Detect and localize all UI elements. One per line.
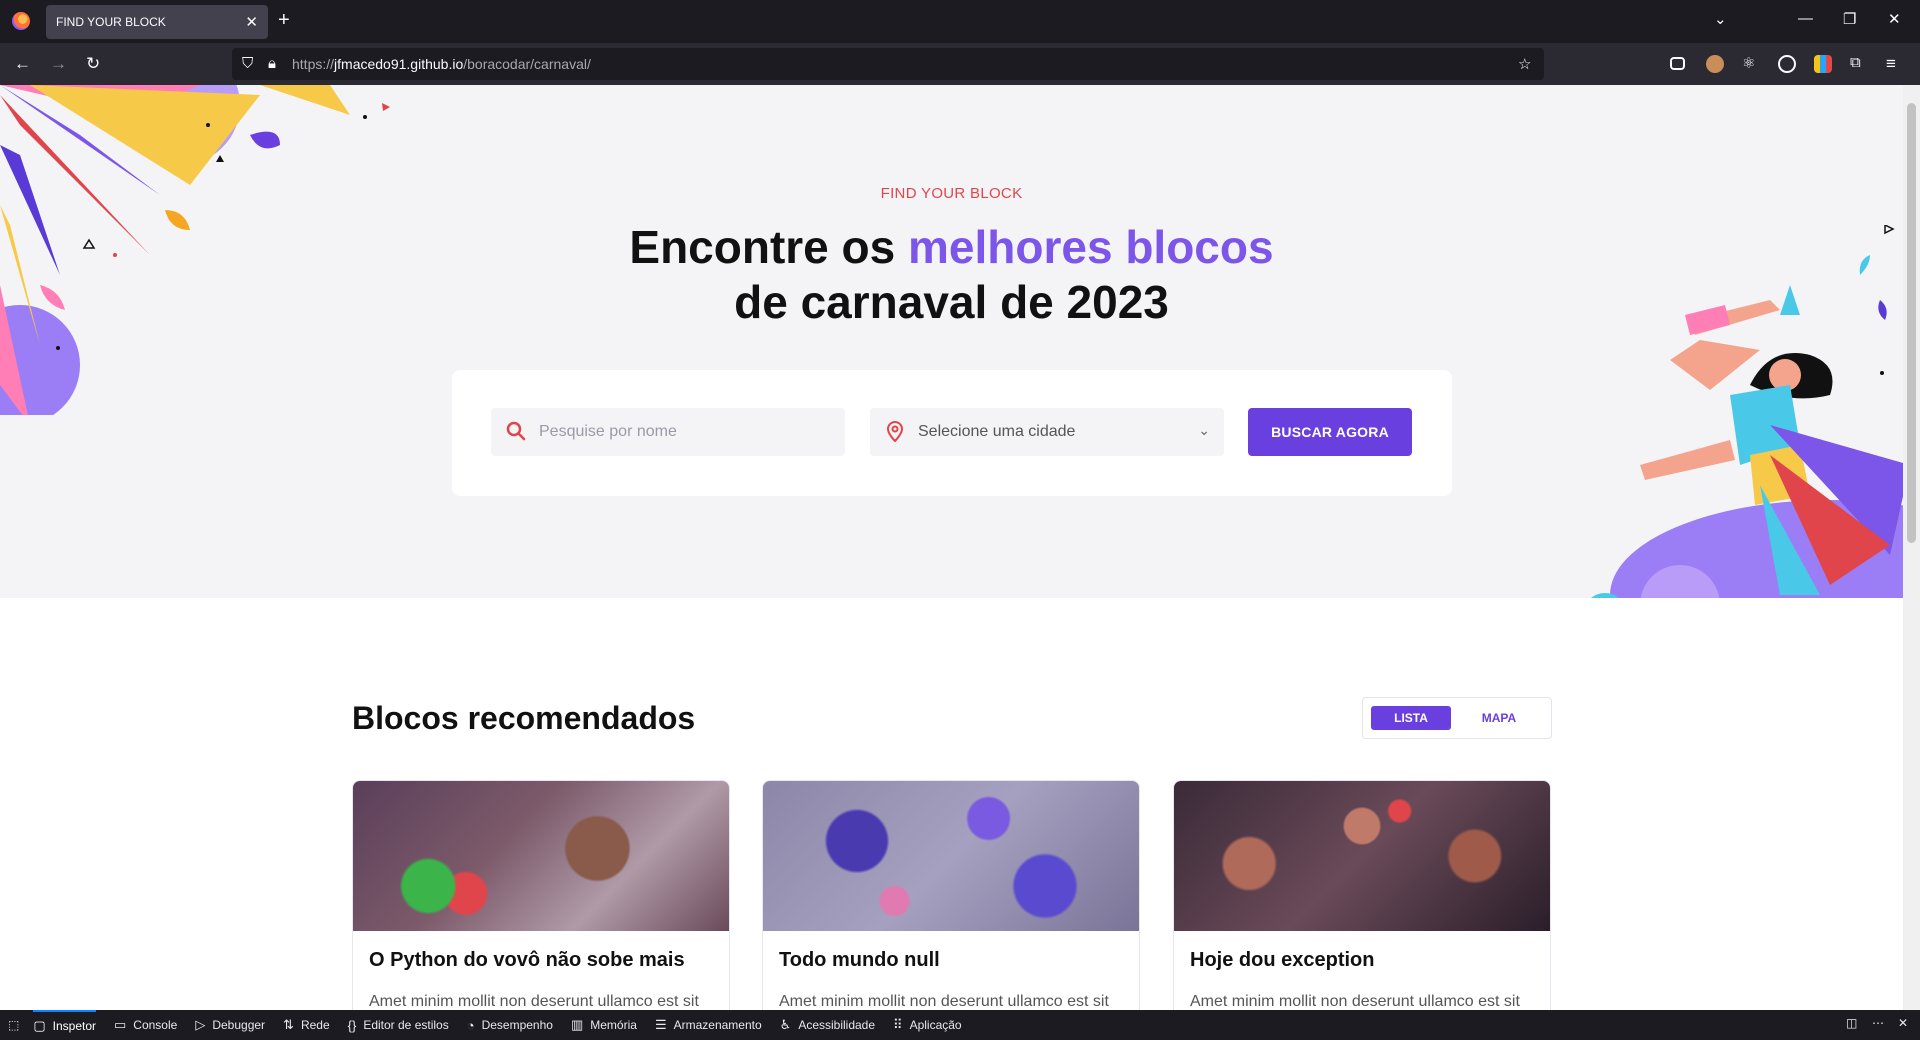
devtools-tab-label: Inspetor — [52, 1019, 96, 1033]
new-tab-icon[interactable]: + — [278, 9, 290, 32]
devtools-close-icon[interactable]: ✕ — [1898, 1016, 1908, 1030]
card-image — [1174, 781, 1550, 931]
hero-title-accent: melhores blocos — [908, 221, 1274, 273]
dock-side-icon[interactable]: ◫ — [1846, 1016, 1857, 1030]
devtools-tab-label: Desempenho — [481, 1018, 553, 1032]
devtools-tab-label: Armazenamento — [673, 1018, 762, 1032]
forward-icon[interactable]: → — [50, 54, 67, 74]
close-window-icon[interactable]: ✕ — [1888, 10, 1901, 28]
card-description: Amet minim mollit non deserunt ullamco e… — [1190, 993, 1520, 1010]
hero-title-part1: Encontre os — [629, 221, 909, 273]
url-prefix: https:// — [292, 56, 335, 72]
devtools-tab-label: Aplicação — [909, 1018, 962, 1032]
devtools-toolbar: ⬚ ▢ Inspetor ▭ Console ▷ Debugger ⇅ Rede {} E… — [0, 1010, 1920, 1040]
url-text[interactable]: https://jfmacedo91.github.io/boracodar/c… — [292, 56, 591, 72]
devtools-tab-storage[interactable]: ☰ Armazenamento — [655, 1010, 762, 1040]
url-path: /boracodar/carnaval/ — [463, 56, 591, 72]
search-button[interactable]: BUSCAR AGORA — [1248, 408, 1412, 456]
tab-title: FIND YOUR BLOCK — [56, 15, 166, 29]
devtools-tab-label: Rede — [300, 1018, 330, 1032]
shield-icon[interactable]: ⛉ — [242, 55, 253, 72]
firefox-logo-icon — [12, 12, 30, 30]
search-icon — [506, 421, 526, 441]
accessibility-icon: ♿︎ — [779, 1017, 792, 1032]
card-description: Amet minim mollit non deserunt ullamco e… — [779, 993, 1109, 1010]
devtools-tab-application[interactable]: ⠿ Aplicação — [893, 1010, 962, 1040]
memory-icon: ▥ — [570, 1017, 584, 1032]
react-devtools-icon[interactable]: ⚛ — [1742, 54, 1755, 72]
devtools-tab-console[interactable]: ▭ Console — [114, 1010, 177, 1040]
minimize-icon[interactable]: — — [1798, 10, 1813, 27]
map-pin-icon — [886, 420, 904, 443]
city-select-placeholder: Selecione uma cidade — [918, 423, 1076, 440]
devtools-tab-performance[interactable]: ◔ Desempenho — [467, 1010, 553, 1040]
page-scrollbar[interactable] — [1903, 85, 1920, 1010]
devtools-tab-label: Console — [133, 1018, 178, 1032]
network-icon: ⇅ — [283, 1017, 294, 1032]
scrollbar-thumb[interactable] — [1907, 103, 1916, 543]
devtools-tab-label: Editor de estilos — [363, 1018, 449, 1032]
browser-tab[interactable]: FIND YOUR BLOCK ✕ — [46, 5, 268, 39]
tab-close-icon[interactable]: ✕ — [245, 13, 258, 31]
hero-title-line2: de carnaval de 2023 — [734, 276, 1169, 328]
devtools-tab-inspector[interactable]: ▢ Inspetor — [33, 1010, 96, 1040]
devtools-tab-label: Acessibilidade — [798, 1018, 876, 1032]
devtools-tab-accessibility[interactable]: ♿︎ Acessibilidade — [780, 1010, 875, 1040]
bookmark-star-icon[interactable]: ☆ — [1518, 55, 1531, 73]
bloco-card[interactable]: Hoje dou exception Amet minim mollit non… — [1173, 780, 1551, 1010]
city-select[interactable]: Selecione uma cidade ⌄ — [870, 408, 1224, 456]
toggle-list-button[interactable]: LISTA — [1371, 706, 1451, 730]
chevron-down-icon: ⌄ — [1198, 422, 1210, 438]
style-editor-icon: {} — [347, 1017, 357, 1033]
hero-tagline: FIND YOUR BLOCK — [880, 185, 1023, 202]
card-title: Hoje dou exception — [1190, 949, 1375, 971]
inspector-icon: ▢ — [33, 1018, 46, 1033]
console-icon: ▭ — [114, 1017, 127, 1032]
card-image — [763, 781, 1139, 931]
search-card: Pesquise por nome Selecione uma cidade ⌄… — [452, 370, 1452, 496]
reload-icon[interactable]: ↻ — [86, 54, 100, 74]
browser-tab-bar: FIND YOUR BLOCK ✕ + ⌄ — ❐ ✕ — [0, 0, 1920, 43]
lock-icon[interactable]: 🔒︎ — [268, 55, 276, 72]
devtools-tab-label: Memória — [590, 1018, 637, 1032]
account-avatar-icon[interactable] — [1706, 55, 1724, 73]
search-name-field[interactable]: Pesquise por nome — [491, 408, 845, 456]
bloco-card[interactable]: O Python do vovô não sobe mais Amet mini… — [352, 780, 730, 1010]
storage-icon: ☰ — [654, 1017, 667, 1032]
hero-title: Encontre os melhores blocos de carnaval … — [0, 220, 1903, 330]
restore-icon[interactable]: ❐ — [1843, 10, 1856, 28]
list-tabs-chevron-icon[interactable]: ⌄ — [1714, 10, 1727, 28]
search-name-placeholder: Pesquise por nome — [539, 423, 677, 440]
hero-section: FIND YOUR BLOCK Encontre os melhores blo… — [0, 85, 1903, 598]
card-title: O Python do vovô não sobe mais — [369, 949, 685, 971]
pocket-icon[interactable] — [1670, 57, 1685, 70]
devtools-tab-style-editor[interactable]: {} Editor de estilos — [348, 1010, 449, 1040]
recommended-title: Blocos recomendados — [352, 700, 696, 736]
toggle-map-button[interactable]: MAPA — [1459, 706, 1539, 730]
card-title: Todo mundo null — [779, 949, 940, 971]
url-host: jfmacedo91.github.io — [334, 56, 464, 72]
dark-mode-extension-icon[interactable] — [1778, 55, 1796, 73]
devtools-tab-memory[interactable]: ▥ Memória — [571, 1010, 637, 1040]
application-icon: ⠿ — [893, 1017, 903, 1032]
back-icon[interactable]: ← — [14, 54, 31, 74]
card-image — [353, 781, 729, 931]
browser-nav-bar: ← → ↻ ⛉ 🔒︎ https://jfmacedo91.github.io/… — [0, 43, 1920, 85]
devtools-tab-network[interactable]: ⇅ Rede — [283, 1010, 330, 1040]
page-viewport: FIND YOUR BLOCK Encontre os melhores blo… — [0, 85, 1903, 1010]
devtools-tab-debugger[interactable]: ▷ Debugger — [195, 1010, 265, 1040]
colorzilla-extension-icon[interactable] — [1814, 55, 1832, 73]
devtools-tab-label: Debugger — [212, 1018, 266, 1032]
app-menu-icon[interactable]: ≡ — [1886, 54, 1896, 74]
view-toggle: LISTA MAPA — [1362, 697, 1552, 739]
debugger-icon: ▷ — [195, 1017, 206, 1032]
devtools-menu-icon[interactable]: ⋯ — [1872, 1016, 1884, 1030]
bloco-card[interactable]: Todo mundo null Amet minim mollit non de… — [762, 780, 1140, 1010]
card-description: Amet minim mollit non deserunt ullamco e… — [369, 993, 699, 1010]
element-picker-icon[interactable]: ⬚ — [8, 1010, 19, 1040]
performance-icon: ◔ — [466, 1017, 475, 1033]
url-bar[interactable]: ⛉ 🔒︎ https://jfmacedo91.github.io/boraco… — [232, 48, 1544, 80]
extensions-puzzle-icon[interactable]: ⧉ — [1850, 54, 1861, 71]
